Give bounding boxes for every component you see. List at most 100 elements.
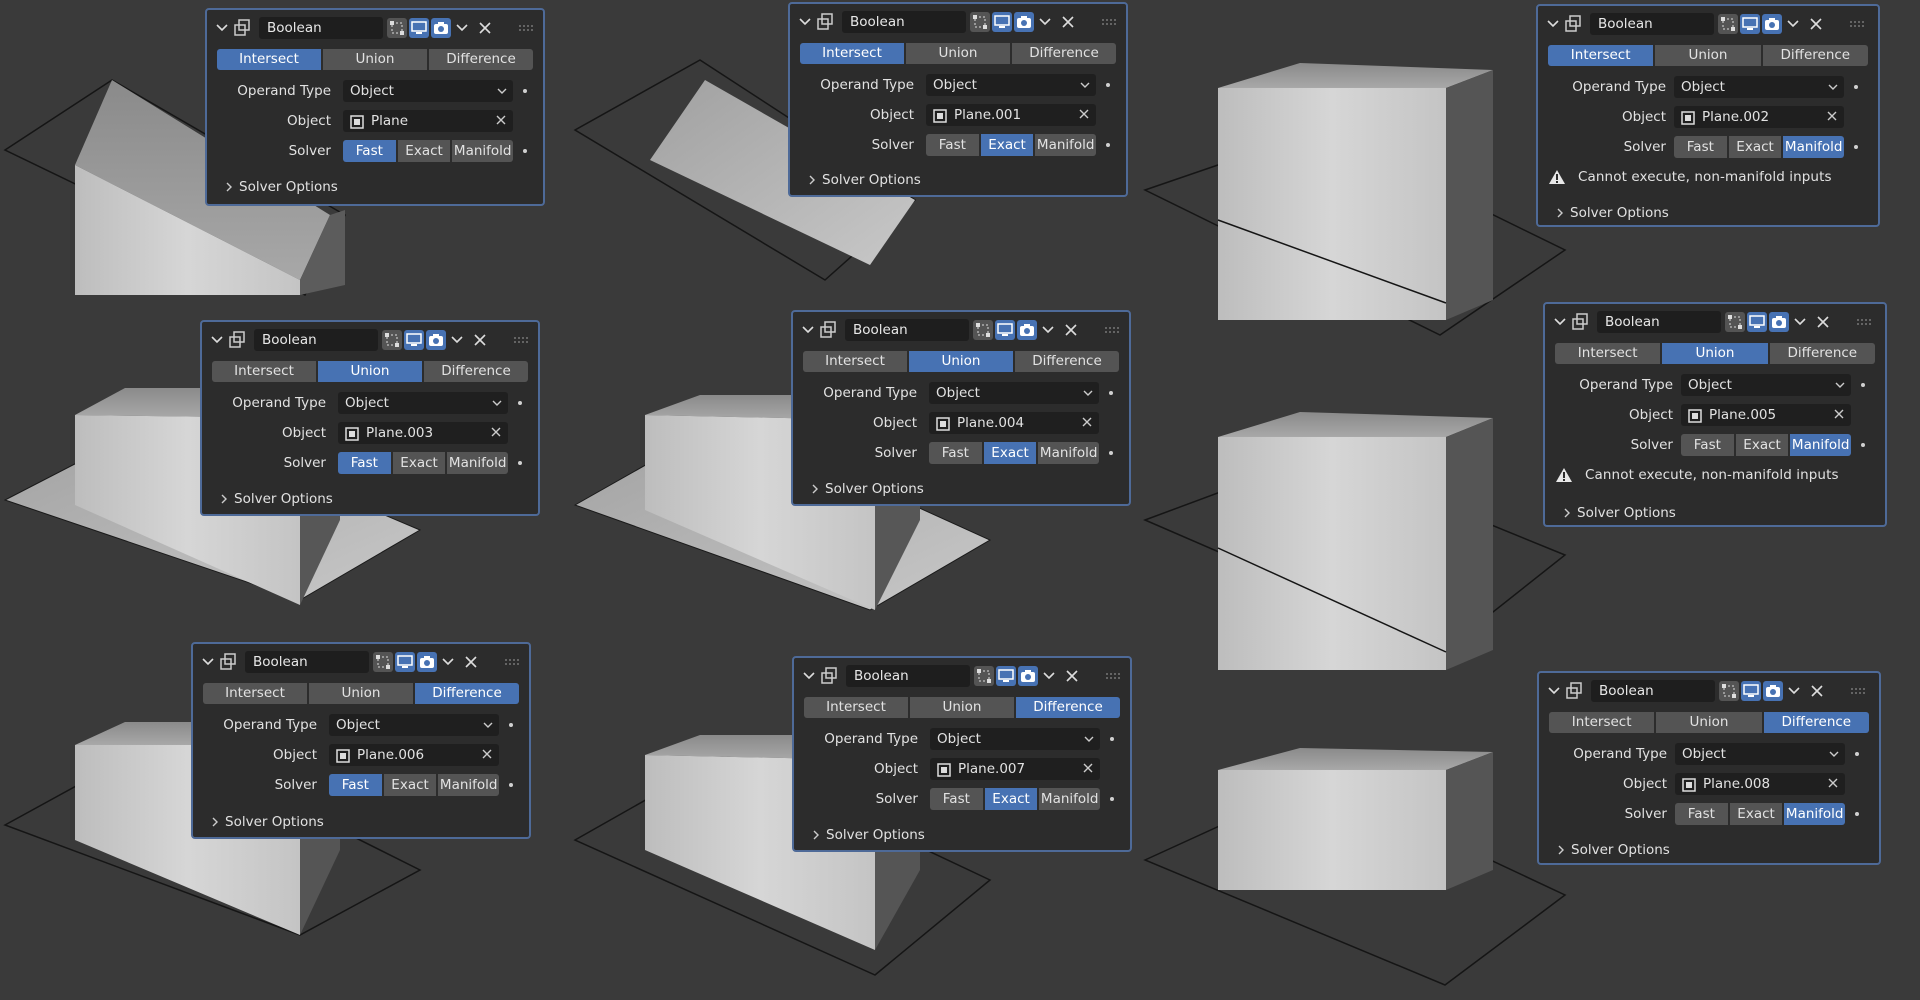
operation-intersect-button[interactable]: Intersect [804, 697, 908, 718]
clear-object-icon[interactable] [1828, 773, 1838, 795]
object-picker-field[interactable]: Plane.005 [1681, 404, 1851, 426]
modifier-name-field[interactable]: Boolean [254, 329, 378, 351]
collapse-chevron-icon[interactable] [798, 10, 812, 34]
solver-exact-button[interactable]: Exact [392, 452, 446, 474]
object-picker-field[interactable]: Plane.008 [1675, 773, 1845, 795]
edit-mode-toggle-icon[interactable] [1718, 14, 1738, 34]
render-toggle-camera-icon[interactable] [1762, 14, 1782, 34]
clear-object-icon[interactable] [1079, 104, 1089, 126]
operation-intersect-button[interactable]: Intersect [217, 49, 321, 70]
keyframe-dot-icon[interactable] [1855, 812, 1859, 816]
viewport-display-toggle-icon[interactable] [992, 12, 1012, 32]
solver-manifold-button[interactable]: Manifold [1790, 434, 1852, 456]
object-picker-field[interactable]: Plane.001 [926, 104, 1096, 126]
operation-difference-button[interactable]: Difference [1015, 351, 1119, 372]
viewport-display-toggle-icon[interactable] [1740, 14, 1760, 34]
solver-fast-button[interactable]: Fast [929, 442, 982, 464]
drag-handle-grip-icon[interactable] [1849, 679, 1867, 703]
operation-union-button[interactable]: Union [906, 43, 1010, 64]
remove-modifier-close-icon[interactable] [477, 16, 493, 40]
solver-exact-button[interactable]: Exact [397, 140, 451, 162]
modifier-name-field[interactable]: Boolean [1597, 311, 1721, 333]
edit-mode-toggle-icon[interactable] [1719, 681, 1739, 701]
keyframe-dot-icon[interactable] [523, 89, 527, 93]
operand-type-dropdown[interactable]: Object [929, 382, 1099, 404]
solver-exact-button[interactable]: Exact [383, 774, 437, 796]
solver-exact-button[interactable]: Exact [1735, 434, 1789, 456]
operation-intersect-button[interactable]: Intersect [1548, 45, 1654, 66]
modifier-menu-chevron-icon[interactable] [1786, 12, 1800, 36]
modifier-menu-chevron-icon[interactable] [1042, 664, 1056, 688]
drag-handle-grip-icon[interactable] [1848, 12, 1866, 36]
clear-object-icon[interactable] [1834, 404, 1844, 426]
clear-object-icon[interactable] [491, 422, 501, 444]
operation-difference-button[interactable]: Difference [1762, 45, 1868, 66]
collapse-chevron-icon[interactable] [801, 318, 815, 342]
solver-manifold-button[interactable]: Manifold [1783, 136, 1845, 158]
operation-union-button[interactable]: Union [909, 351, 1013, 372]
drag-handle-grip-icon[interactable] [517, 16, 535, 40]
keyframe-dot-icon[interactable] [1109, 391, 1113, 395]
operand-type-dropdown[interactable]: Object [1674, 76, 1844, 98]
edit-mode-toggle-icon[interactable] [974, 666, 994, 686]
clear-object-icon[interactable] [496, 110, 506, 132]
solver-fast-button[interactable]: Fast [1675, 803, 1728, 825]
operation-difference-button[interactable]: Difference [1012, 43, 1116, 64]
keyframe-dot-icon[interactable] [509, 783, 513, 787]
solver-fast-button[interactable]: Fast [343, 140, 396, 162]
viewport-display-toggle-icon[interactable] [395, 652, 415, 672]
solver-manifold-button[interactable]: Manifold [1038, 442, 1100, 464]
solver-fast-button[interactable]: Fast [1674, 136, 1727, 158]
viewport-display-toggle-icon[interactable] [995, 320, 1015, 340]
keyframe-dot-icon[interactable] [1855, 752, 1859, 756]
clear-object-icon[interactable] [1082, 412, 1092, 434]
operation-union-button[interactable]: Union [1656, 712, 1762, 733]
viewport-display-toggle-icon[interactable] [996, 666, 1016, 686]
operation-intersect-button[interactable]: Intersect [1549, 712, 1655, 733]
object-picker-field[interactable]: Plane.006 [329, 744, 499, 766]
drag-handle-grip-icon[interactable] [1100, 10, 1118, 34]
modifier-menu-chevron-icon[interactable] [455, 16, 469, 40]
operation-intersect-button[interactable]: Intersect [803, 351, 907, 372]
operation-difference-button[interactable]: Difference [415, 683, 519, 704]
operation-difference-button[interactable]: Difference [424, 361, 528, 382]
solver-fast-button[interactable]: Fast [926, 134, 979, 156]
modifier-name-field[interactable]: Boolean [1591, 680, 1715, 702]
solver-exact-button[interactable]: Exact [1728, 136, 1782, 158]
remove-modifier-close-icon[interactable] [1808, 12, 1824, 36]
operand-type-dropdown[interactable]: Object [930, 728, 1100, 750]
operation-union-button[interactable]: Union [1662, 343, 1768, 364]
remove-modifier-close-icon[interactable] [1064, 664, 1080, 688]
operation-union-button[interactable]: Union [318, 361, 422, 382]
operation-union-button[interactable]: Union [910, 697, 1014, 718]
solver-manifold-button[interactable]: Manifold [452, 140, 514, 162]
modifier-name-field[interactable]: Boolean [259, 17, 383, 39]
collapse-chevron-icon[interactable] [215, 16, 229, 40]
modifier-menu-chevron-icon[interactable] [1038, 10, 1052, 34]
collapse-chevron-icon[interactable] [201, 650, 215, 674]
modifier-menu-chevron-icon[interactable] [1041, 318, 1055, 342]
modifier-name-field[interactable]: Boolean [845, 319, 969, 341]
clear-object-icon[interactable] [1083, 758, 1093, 780]
render-toggle-camera-icon[interactable] [417, 652, 437, 672]
drag-handle-grip-icon[interactable] [503, 650, 521, 674]
modifier-name-field[interactable]: Boolean [1590, 13, 1714, 35]
viewport-display-toggle-icon[interactable] [1741, 681, 1761, 701]
remove-modifier-close-icon[interactable] [1809, 679, 1825, 703]
modifier-name-field[interactable]: Boolean [842, 11, 966, 33]
edit-mode-toggle-icon[interactable] [970, 12, 990, 32]
render-toggle-camera-icon[interactable] [1769, 312, 1789, 332]
solver-manifold-button[interactable]: Manifold [447, 452, 509, 474]
object-picker-field[interactable]: Plane.007 [930, 758, 1100, 780]
drag-handle-grip-icon[interactable] [1103, 318, 1121, 342]
drag-handle-grip-icon[interactable] [1855, 310, 1873, 334]
operation-intersect-button[interactable]: Intersect [203, 683, 307, 704]
operation-difference-button[interactable]: Difference [1016, 697, 1120, 718]
keyframe-dot-icon[interactable] [1861, 443, 1865, 447]
operand-type-dropdown[interactable]: Object [329, 714, 499, 736]
modifier-menu-chevron-icon[interactable] [450, 328, 464, 352]
modifier-name-field[interactable]: Boolean [245, 651, 369, 673]
solver-exact-button[interactable]: Exact [1729, 803, 1783, 825]
modifier-menu-chevron-icon[interactable] [441, 650, 455, 674]
keyframe-dot-icon[interactable] [1861, 383, 1865, 387]
